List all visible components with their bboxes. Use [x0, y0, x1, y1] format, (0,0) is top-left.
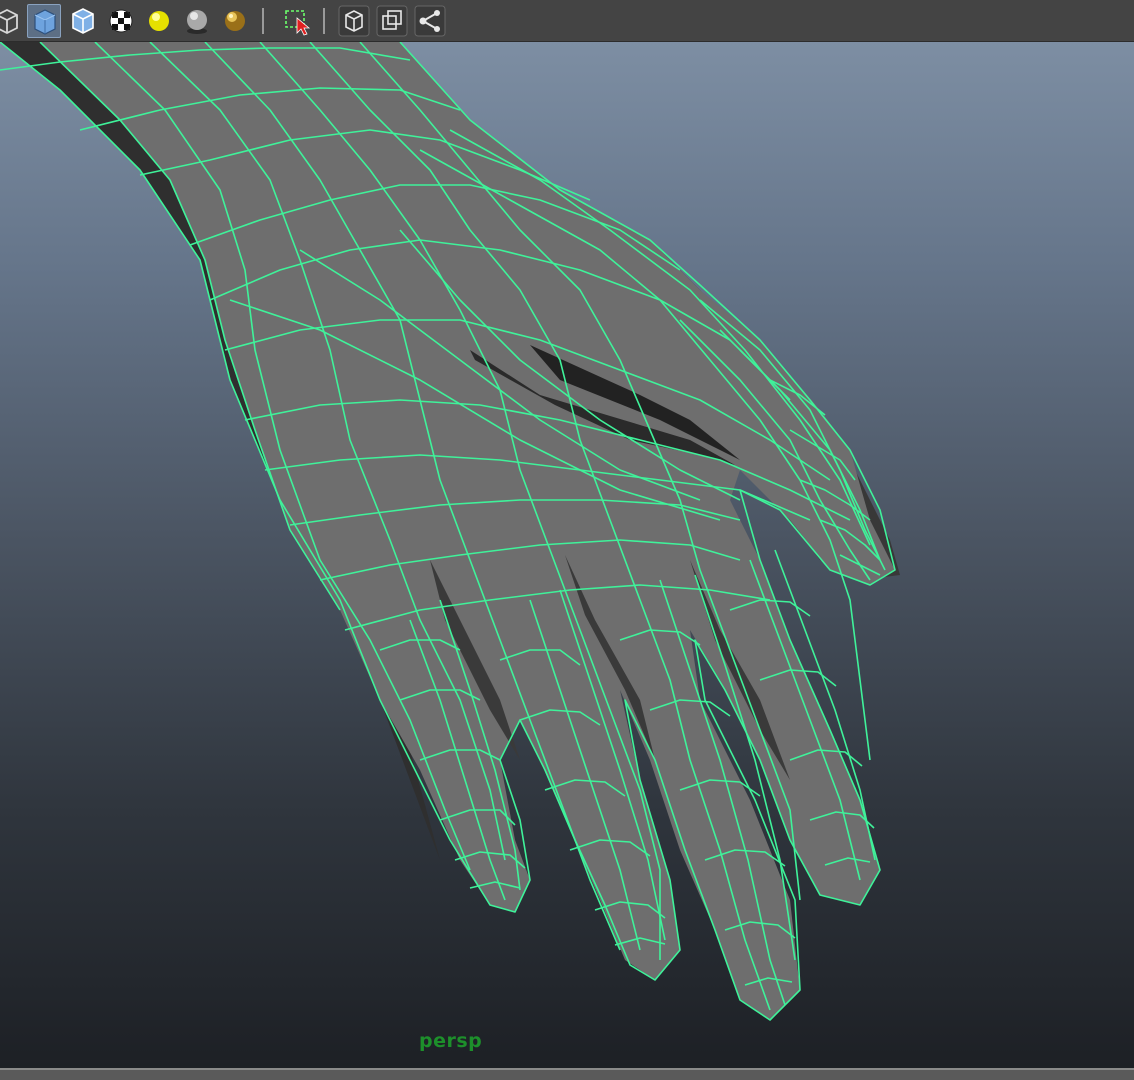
hand-mesh[interactable] [0, 42, 1134, 1068]
smooth-shade-icon[interactable] [27, 4, 61, 38]
textured-icon[interactable] [104, 4, 138, 38]
xray-icon[interactable] [337, 4, 371, 38]
panel-bottom-border [0, 1068, 1134, 1080]
isolate-select-icon[interactable] [280, 4, 314, 38]
perspective-viewport[interactable]: persp [0, 42, 1134, 1068]
viewport-toolbar [0, 0, 1134, 42]
use-all-lights-icon[interactable] [142, 4, 176, 38]
high-quality-render-icon[interactable] [218, 4, 252, 38]
xray-joints-icon[interactable] [413, 4, 447, 38]
shadows-icon[interactable] [180, 4, 214, 38]
wireframe-shading-icon[interactable] [0, 4, 22, 38]
toolbar-separator [322, 8, 326, 34]
wireframe-on-shaded-icon[interactable] [66, 4, 100, 38]
toolbar-separator [261, 8, 265, 34]
camera-name-label: persp [419, 1030, 483, 1052]
xray-active-components-icon[interactable] [375, 4, 409, 38]
